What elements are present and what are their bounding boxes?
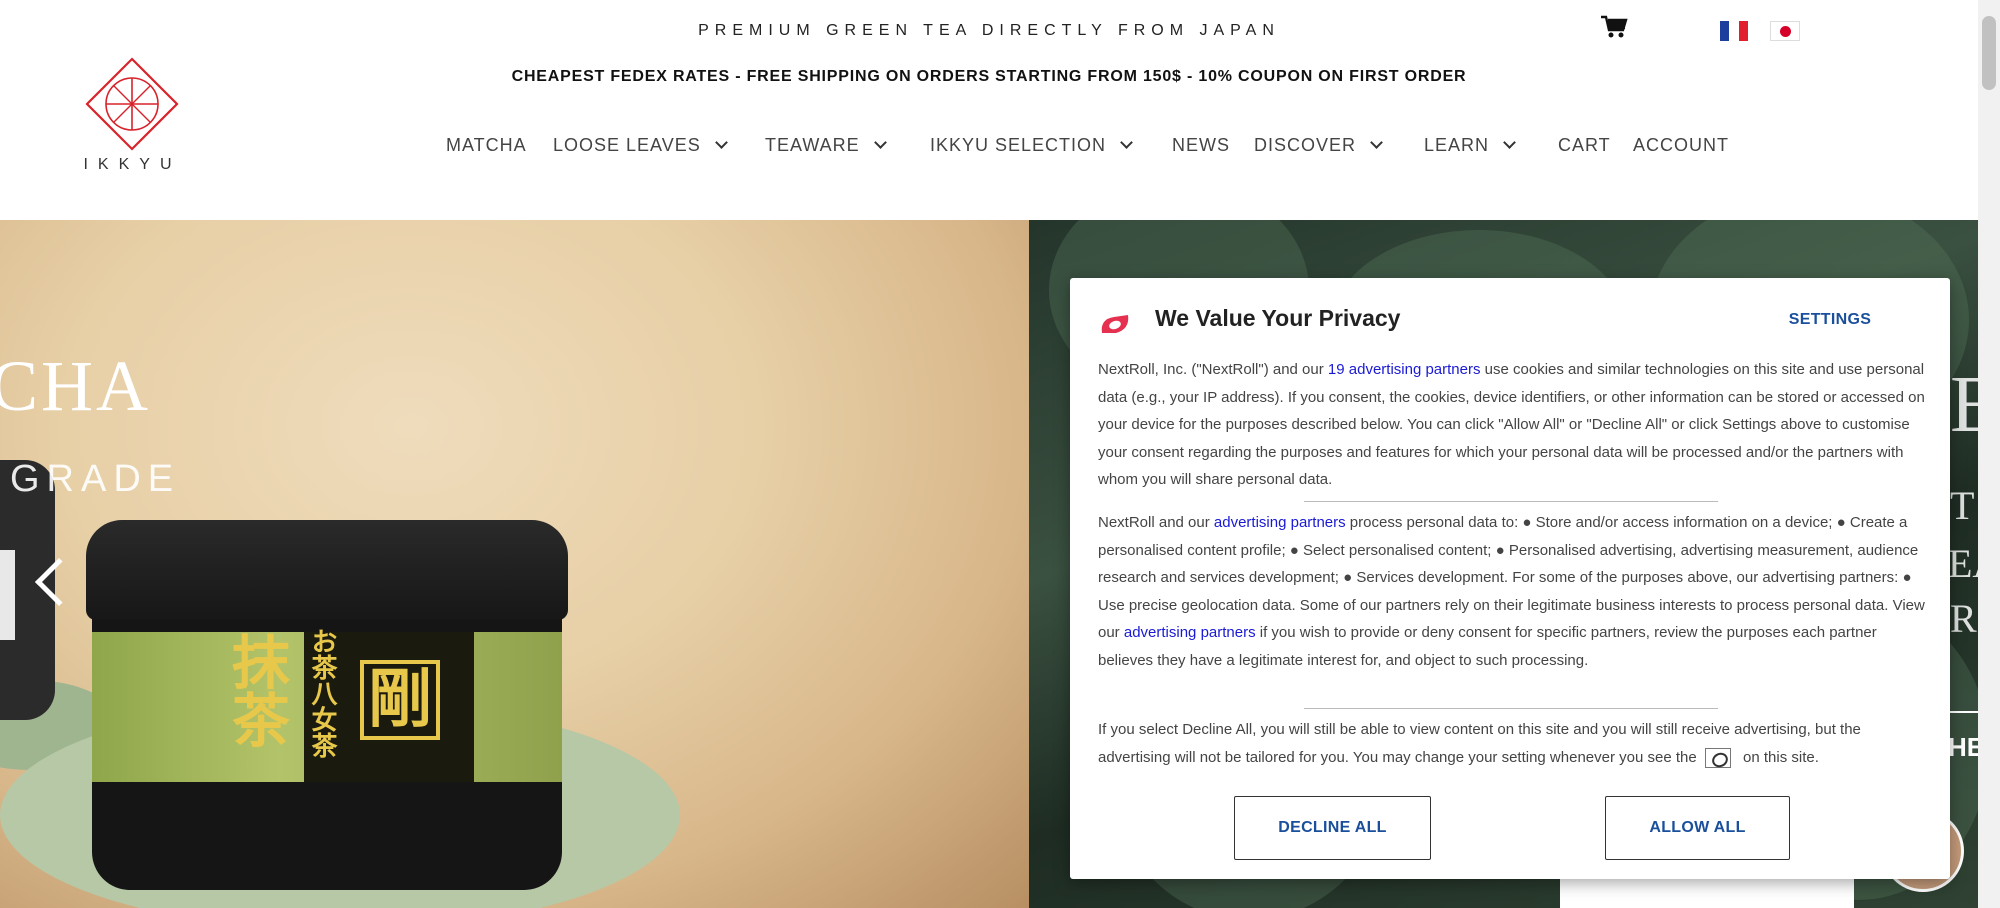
- advertising-partners-link[interactable]: advertising partners: [1124, 624, 1256, 641]
- chevron-down-icon: [1370, 135, 1383, 149]
- advertising-partners-link[interactable]: advertising partners: [1214, 514, 1346, 531]
- shopping-cart-icon[interactable]: [1600, 14, 1628, 40]
- nav-item-discover[interactable]: DISCOVER: [1254, 130, 1383, 160]
- allow-all-button[interactable]: ALLOW ALL: [1605, 796, 1790, 860]
- nav-label: LOOSE LEAVES: [553, 134, 701, 155]
- hero-right-heading: E: [1950, 361, 1978, 449]
- nextroll-logo-icon: [1098, 311, 1132, 339]
- para-text: NextRoll, Inc. ("NextRoll") and our: [1098, 361, 1328, 378]
- scrollbar-thumb[interactable]: [1982, 16, 1996, 90]
- settings-button[interactable]: SETTINGS: [1770, 308, 1890, 332]
- nav-item-learn[interactable]: LEARN: [1424, 130, 1516, 160]
- ikkyu-logo[interactable]: IKKYU: [70, 56, 195, 181]
- hero-right-text-3: R: [1950, 596, 1977, 641]
- page: PREMIUM GREEN TEA DIRECTLY FROM JAPAN CH…: [0, 0, 2000, 908]
- nav-item-loose-leaves[interactable]: LOOSE LEAVES: [553, 130, 728, 160]
- nav-item-ikkyu-selection[interactable]: IKKYU SELECTION: [930, 130, 1133, 160]
- chevron-down-icon: [714, 135, 728, 149]
- para-text: on this site.: [1738, 748, 1819, 766]
- hero-subtitle: GRADE: [10, 458, 181, 500]
- nav-label: LEARN: [1424, 134, 1490, 155]
- nav-item-matcha[interactable]: MATCHA: [446, 130, 527, 160]
- promo-banner: CHEAPEST FEDEX RATES - FREE SHIPPING ON …: [511, 68, 1467, 85]
- tin-kanji-box: 剛: [360, 660, 440, 740]
- main-nav: MATCHA LOOSE LEAVES TEAWARE IKKYU SELECT…: [0, 130, 1978, 160]
- tin-kanji-main: 抹茶: [222, 632, 290, 748]
- page-scrollbar[interactable]: [1978, 0, 2000, 908]
- hero-right-divider: [1948, 711, 1978, 713]
- product-tin-label: [0, 550, 15, 640]
- nav-item-cart[interactable]: CART: [1558, 130, 1611, 160]
- privacy-consent-dialog: We Value Your Privacy SETTINGS NextRoll,…: [1070, 278, 1950, 879]
- nav-label: DISCOVER: [1254, 134, 1357, 155]
- hero-slide-left: 抹茶 お茶八女茶 剛 CHA GRADE: [0, 220, 1029, 908]
- nextroll-small-icon: [1704, 747, 1731, 768]
- nav-item-account[interactable]: ACCOUNT: [1633, 130, 1729, 160]
- para-text: process personal data to: ● Store and/or…: [1098, 514, 1925, 641]
- nav-label: ACCOUNT: [1633, 134, 1729, 155]
- decline-all-button[interactable]: DECLINE ALL: [1234, 796, 1431, 860]
- nav-label: IKKYU SELECTION: [930, 134, 1107, 155]
- advertising-partners-link[interactable]: 19 advertising partners: [1328, 361, 1481, 378]
- chevron-down-icon: [873, 135, 887, 149]
- para-text: NextRoll and our: [1098, 514, 1214, 531]
- nav-item-teaware[interactable]: TEAWARE: [765, 130, 887, 160]
- japan-flag-icon[interactable]: [1770, 21, 1800, 41]
- privacy-paragraph-3: If you select Decline All, you will stil…: [1098, 716, 1928, 771]
- nav-label: CART: [1558, 134, 1611, 155]
- nav-label: TEAWARE: [765, 134, 860, 155]
- para-text: use cookies and similar technologies on …: [1098, 361, 1925, 488]
- nav-label: NEWS: [1172, 134, 1230, 155]
- divider: [1304, 501, 1718, 502]
- france-flag-icon[interactable]: [1720, 21, 1748, 41]
- hero-right-text-1: T: [1950, 483, 1975, 528]
- hero-right-text-2: EA: [1948, 541, 1978, 586]
- tagline: PREMIUM GREEN TEA DIRECTLY FROM JAPAN: [698, 22, 1280, 39]
- tin-kanji-side: お茶八女茶: [307, 628, 337, 758]
- chevron-down-icon: [1503, 135, 1516, 149]
- privacy-paragraph-1: NextRoll, Inc. ("NextRoll") and our 19 a…: [1098, 356, 1928, 494]
- privacy-title: We Value Your Privacy: [1155, 305, 1401, 331]
- tin-lid: [86, 520, 568, 620]
- divider: [1304, 708, 1718, 709]
- hero-right-cta-text[interactable]: HE: [1948, 732, 1978, 763]
- matcha-tin-image: 抹茶 お茶八女茶 剛: [86, 520, 568, 890]
- site-header: PREMIUM GREEN TEA DIRECTLY FROM JAPAN CH…: [0, 0, 1978, 220]
- privacy-paragraph-2: NextRoll and our advertising partners pr…: [1098, 509, 1928, 674]
- nav-label: MATCHA: [446, 134, 527, 155]
- chevron-down-icon: [1120, 135, 1133, 149]
- nav-item-news[interactable]: NEWS: [1172, 130, 1230, 160]
- hero-title: CHA: [0, 346, 152, 426]
